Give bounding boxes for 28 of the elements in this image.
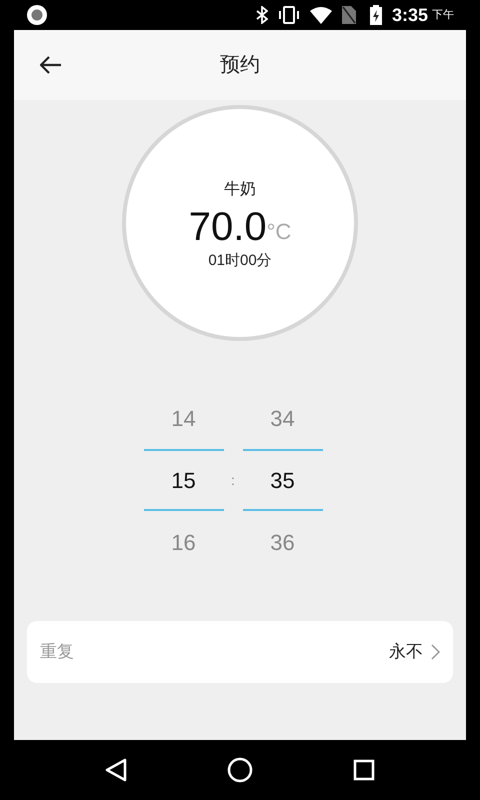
picker-value[interactable]: 16 <box>171 526 196 558</box>
record-icon <box>26 4 48 26</box>
back-arrow-icon <box>40 56 62 74</box>
picker-value[interactable]: 36 <box>270 526 295 558</box>
repeat-label: 重复 <box>40 641 74 664</box>
picker-value[interactable]: 14 <box>171 402 196 434</box>
square-icon[interactable] <box>353 759 375 781</box>
status-time: 3:35 <box>392 4 428 26</box>
chevron-right-icon <box>431 644 440 660</box>
vibrate-icon <box>278 6 300 24</box>
repeat-value: 永不 <box>389 641 423 664</box>
status-period: 下午 <box>432 8 454 23</box>
no-sim-icon <box>342 6 356 24</box>
home-circle-icon[interactable] <box>227 757 253 783</box>
picker-value[interactable]: 35 <box>270 464 295 496</box>
page-title: 预约 <box>220 53 260 78</box>
program-name: 牛奶 <box>224 180 256 200</box>
duration-text: 01时00分 <box>208 250 272 271</box>
picker-value[interactable]: 34 <box>270 402 295 434</box>
temperature-unit: °C <box>266 218 292 246</box>
bluetooth-icon <box>256 6 268 24</box>
wifi-icon <box>310 6 332 24</box>
battery-charging-icon <box>370 5 382 25</box>
picker-value[interactable]: 15 <box>171 464 196 496</box>
temperature-value: 70.0 <box>188 204 267 250</box>
time-separator: : <box>230 470 236 490</box>
repeat-row[interactable]: 重复 永不 <box>27 621 453 683</box>
back-triangle-icon[interactable] <box>105 758 127 782</box>
